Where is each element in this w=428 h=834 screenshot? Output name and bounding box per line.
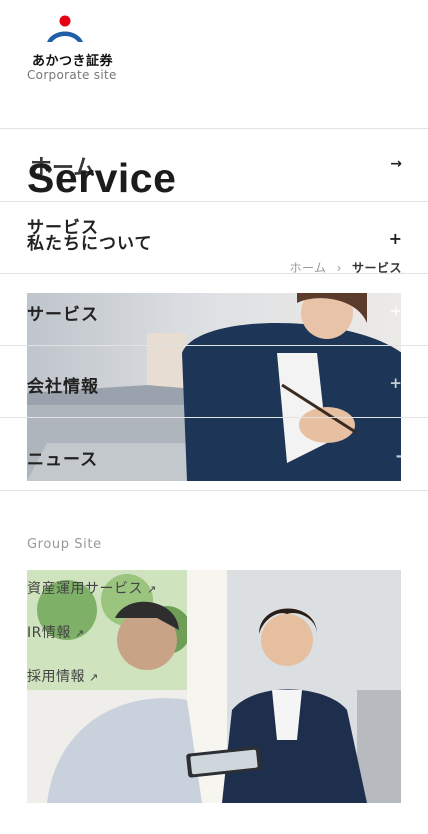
nav-item-about[interactable]: 私たちについて [27,229,153,254]
group-link-label: 資産運用サービス [27,581,143,597]
external-link-icon: ↗ [89,671,99,684]
group-photo [27,570,401,803]
divider [0,417,428,418]
external-link-icon: ↗ [147,583,157,596]
hero-menu-news[interactable]: ニュース [27,445,98,470]
minus-icon[interactable]: - [396,447,402,465]
group-link-ir[interactable]: IR情報 ↗ [27,622,85,642]
group-photo-illustration [27,570,401,803]
group-site-label: Group Site [27,537,102,552]
divider [0,490,428,491]
hero-menu-company[interactable]: 会社情報 [27,372,99,397]
site-header: あかつき証券 Corporate site [0,0,428,128]
brand-tagline: Corporate site [27,68,117,82]
group-link-label: 採用情報 [27,669,85,685]
group-link-recruit[interactable]: 採用情報 ↗ [27,666,99,686]
brand-name[interactable]: あかつき証券 [32,50,113,69]
breadcrumb: ホーム › サービス [290,259,402,276]
plus-icon[interactable]: + [389,229,402,248]
divider [0,128,428,129]
external-link-icon: ↗ [74,627,85,640]
hero-menu-service[interactable]: サービス [27,300,99,325]
group-link-label: IR情報 [27,625,71,641]
plus-icon[interactable]: + [389,374,402,392]
page-title: Service [27,155,177,201]
divider [0,201,428,202]
plus-icon[interactable]: + [389,302,402,320]
company-logo-icon[interactable] [44,14,86,48]
breadcrumb-current: サービス [351,261,402,275]
group-link-asset[interactable]: 資産運用サービス ↗ [27,578,157,598]
divider [0,345,428,346]
chevron-right-icon: › [336,261,342,275]
breadcrumb-home[interactable]: ホーム [290,261,327,275]
arrow-right-icon[interactable]: → [390,156,402,172]
